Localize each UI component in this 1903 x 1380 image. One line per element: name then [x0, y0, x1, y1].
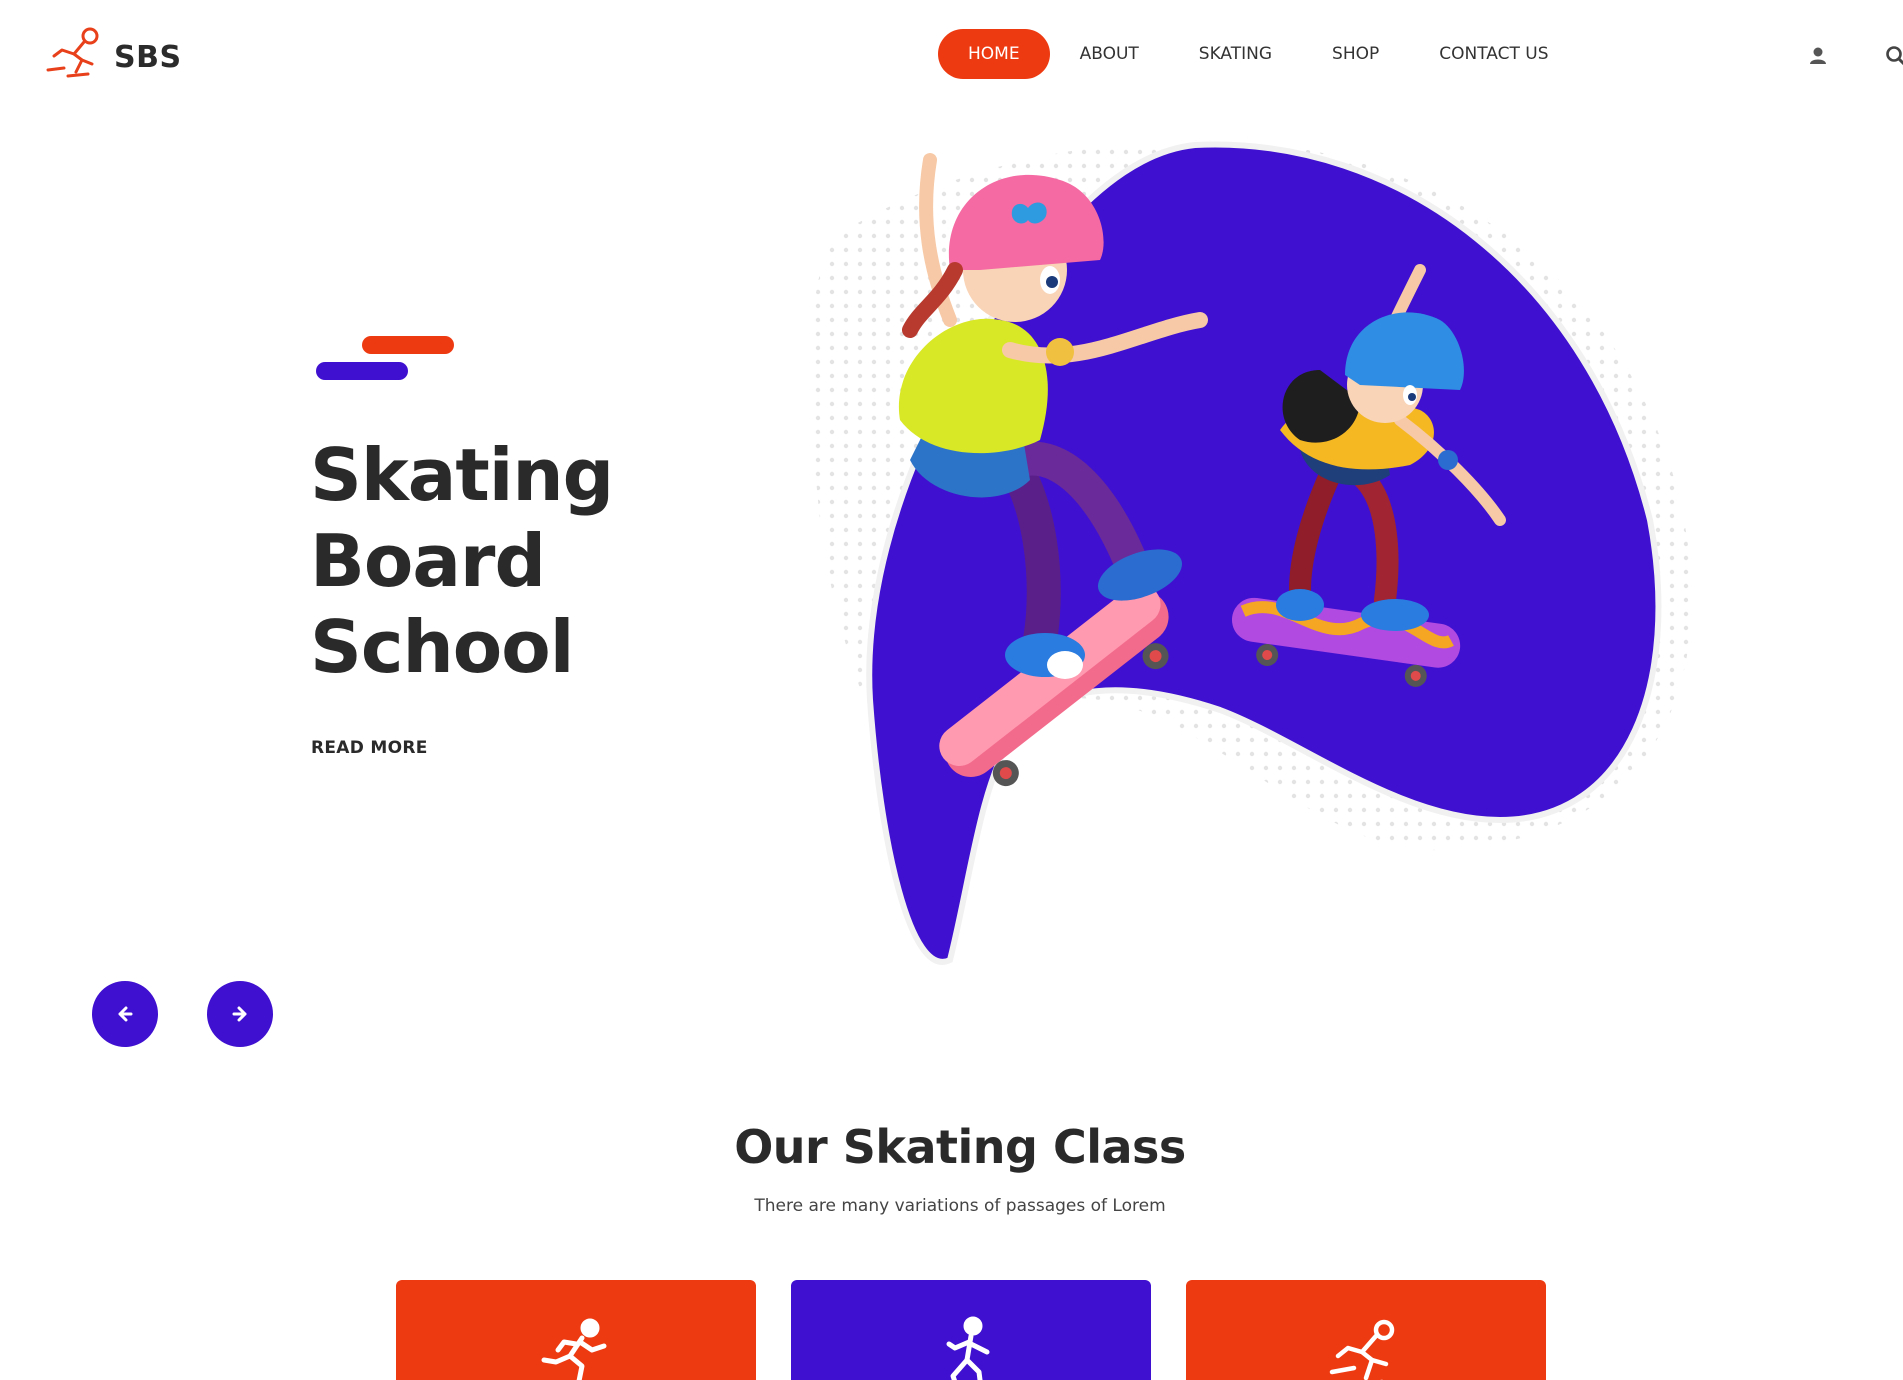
prev-slide-button[interactable]: [92, 981, 158, 1047]
user-icon[interactable]: [1806, 44, 1830, 68]
skater-logo-icon: [46, 27, 99, 78]
brand-logo[interactable]: SBS: [44, 24, 182, 80]
main-nav: HOME ABOUT SKATING SHOP CONTACT US: [938, 29, 1579, 79]
nav-item-about[interactable]: ABOUT: [1050, 29, 1169, 79]
nav-item-skating[interactable]: SKATING: [1169, 29, 1302, 79]
decor-bar-purple: [316, 362, 408, 380]
read-more-link[interactable]: READ MORE: [311, 738, 428, 758]
arrow-right-icon: [232, 1006, 247, 1022]
skater-icon: [946, 1316, 990, 1380]
hero-title-line: School: [310, 605, 574, 689]
section-subtitle: There are many variations of passages of…: [754, 1196, 1166, 1216]
section-title: Our Skating Class: [734, 1120, 1186, 1174]
hero-title-line: Skating: [310, 433, 614, 517]
hero-illustration: [810, 140, 1692, 965]
class-card[interactable]: [1186, 1280, 1546, 1380]
speed-skater-icon: [1329, 1319, 1395, 1380]
runner-icon: [541, 1318, 607, 1380]
decor-bar-orange: [362, 336, 454, 354]
class-card[interactable]: [791, 1280, 1151, 1380]
brand-name: SBS: [114, 39, 182, 75]
hero-title: Skating Board School: [310, 432, 614, 690]
hero-title-line: Board: [310, 519, 546, 603]
search-icon[interactable]: [1884, 44, 1903, 68]
nav-item-shop[interactable]: SHOP: [1302, 29, 1409, 79]
arrow-left-icon: [118, 1006, 133, 1022]
next-slide-button[interactable]: [207, 981, 273, 1047]
nav-item-contact-us[interactable]: CONTACT US: [1409, 29, 1578, 79]
nav-item-home[interactable]: HOME: [938, 29, 1050, 79]
class-card[interactable]: [396, 1280, 756, 1380]
